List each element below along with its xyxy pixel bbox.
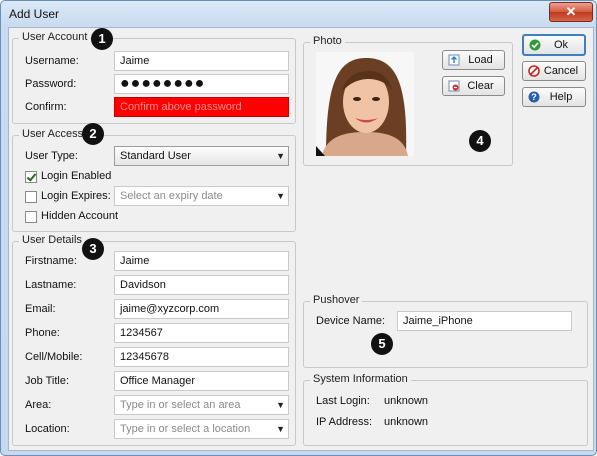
ip-address-label: IP Address: bbox=[316, 416, 373, 428]
title-bar: Add User ✕ bbox=[1, 1, 596, 27]
expiry-date-picker[interactable]: Select an expiry date ▼ bbox=[114, 186, 289, 206]
clear-photo-button[interactable]: Clear bbox=[442, 76, 505, 96]
dropdown-arrow-icon: ▼ bbox=[276, 400, 285, 410]
location-combobox[interactable]: Type in or select a location ▼ bbox=[114, 419, 289, 439]
user-type-value: Standard User bbox=[120, 150, 191, 162]
user-type-select[interactable]: Standard User ▼ bbox=[114, 146, 289, 166]
cancel-button[interactable]: Cancel bbox=[522, 61, 586, 81]
lastname-label: Lastname: bbox=[25, 279, 77, 291]
clear-button-label: Clear bbox=[467, 80, 494, 92]
user-details-legend: User Details bbox=[19, 234, 85, 246]
phone-field[interactable]: 1234567 bbox=[114, 323, 289, 343]
email-label: Email: bbox=[25, 303, 56, 315]
mobile-label: Cell/Mobile: bbox=[25, 351, 83, 363]
device-name-field[interactable]: Jaime_iPhone bbox=[397, 311, 572, 331]
last-login-value: unknown bbox=[384, 395, 429, 407]
job-title-field[interactable]: Office Manager bbox=[114, 371, 289, 391]
job-title-label: Job Title: bbox=[25, 375, 70, 387]
area-placeholder: Type in or select an area bbox=[120, 399, 241, 411]
user-details-group: User Details bbox=[12, 234, 296, 446]
email-field[interactable]: jaime@xyzcorp.com bbox=[114, 299, 289, 319]
dialog-body: User Account Username: Jaime Password: ●… bbox=[8, 27, 594, 451]
area-combobox[interactable]: Type in or select an area ▼ bbox=[114, 395, 289, 415]
device-name-label: Device Name: bbox=[316, 315, 386, 327]
username-label: Username: bbox=[25, 55, 79, 67]
phone-label: Phone: bbox=[25, 327, 60, 339]
system-info-group: System Information bbox=[303, 373, 588, 446]
login-expires-checkbox[interactable] bbox=[25, 191, 37, 203]
password-field[interactable]: ●●●●●●●● bbox=[114, 74, 289, 94]
close-button[interactable]: ✕ bbox=[549, 2, 593, 22]
location-label: Location: bbox=[25, 423, 70, 435]
login-enabled-label: Login Enabled bbox=[41, 170, 112, 182]
system-info-legend: System Information bbox=[310, 373, 411, 385]
ok-button-label: Ok bbox=[553, 39, 569, 51]
user-access-legend: User Access bbox=[19, 128, 87, 140]
area-label: Area: bbox=[25, 399, 52, 411]
user-type-label: User Type: bbox=[25, 150, 78, 162]
login-enabled-checkbox[interactable] bbox=[25, 171, 37, 183]
callout-badge-3: 3 bbox=[82, 238, 104, 260]
callout-badge-5: 5 bbox=[371, 333, 393, 355]
username-field[interactable]: Jaime bbox=[114, 51, 289, 71]
load-button-label: Load bbox=[468, 54, 493, 66]
confirm-label: Confirm: bbox=[25, 101, 67, 113]
cancel-button-label: Cancel bbox=[543, 65, 579, 77]
dropdown-arrow-icon: ▼ bbox=[276, 151, 285, 161]
password-label: Password: bbox=[25, 78, 77, 90]
last-login-label: Last Login: bbox=[316, 395, 370, 407]
hidden-account-label: Hidden Account bbox=[41, 210, 119, 222]
login-expires-label: Login Expires: bbox=[41, 190, 111, 202]
location-placeholder: Type in or select a location bbox=[120, 423, 251, 435]
user-photo bbox=[316, 52, 414, 156]
ip-address-value: unknown bbox=[384, 416, 429, 428]
firstname-field[interactable]: Jaime bbox=[114, 251, 289, 271]
mobile-field[interactable]: 12345678 bbox=[114, 347, 289, 367]
dropdown-arrow-icon: ▼ bbox=[276, 191, 285, 201]
expiry-placeholder: Select an expiry date bbox=[120, 190, 223, 202]
lastname-field[interactable]: Davidson bbox=[114, 275, 289, 295]
load-photo-button[interactable]: Load bbox=[442, 50, 505, 70]
callout-badge-2: 2 bbox=[82, 123, 104, 145]
confirm-password-field[interactable]: Confirm above password bbox=[114, 97, 289, 117]
help-button[interactable]: ? Help bbox=[522, 87, 586, 107]
add-user-window: Add User ✕ User Account Username: Jaime … bbox=[0, 0, 597, 456]
user-photo-image bbox=[316, 52, 414, 156]
dropdown-arrow-icon: ▼ bbox=[276, 424, 285, 434]
help-button-label: Help bbox=[549, 91, 573, 103]
user-account-legend: User Account bbox=[19, 31, 91, 43]
callout-badge-4: 4 bbox=[469, 130, 491, 152]
callout-badge-1: 1 bbox=[91, 28, 113, 50]
pushover-legend: Pushover bbox=[310, 294, 363, 306]
hidden-account-checkbox[interactable] bbox=[25, 211, 37, 223]
ok-button[interactable]: Ok bbox=[522, 34, 586, 56]
firstname-label: Firstname: bbox=[25, 255, 77, 267]
photo-legend: Photo bbox=[310, 35, 345, 47]
window-title: Add User bbox=[9, 7, 60, 21]
